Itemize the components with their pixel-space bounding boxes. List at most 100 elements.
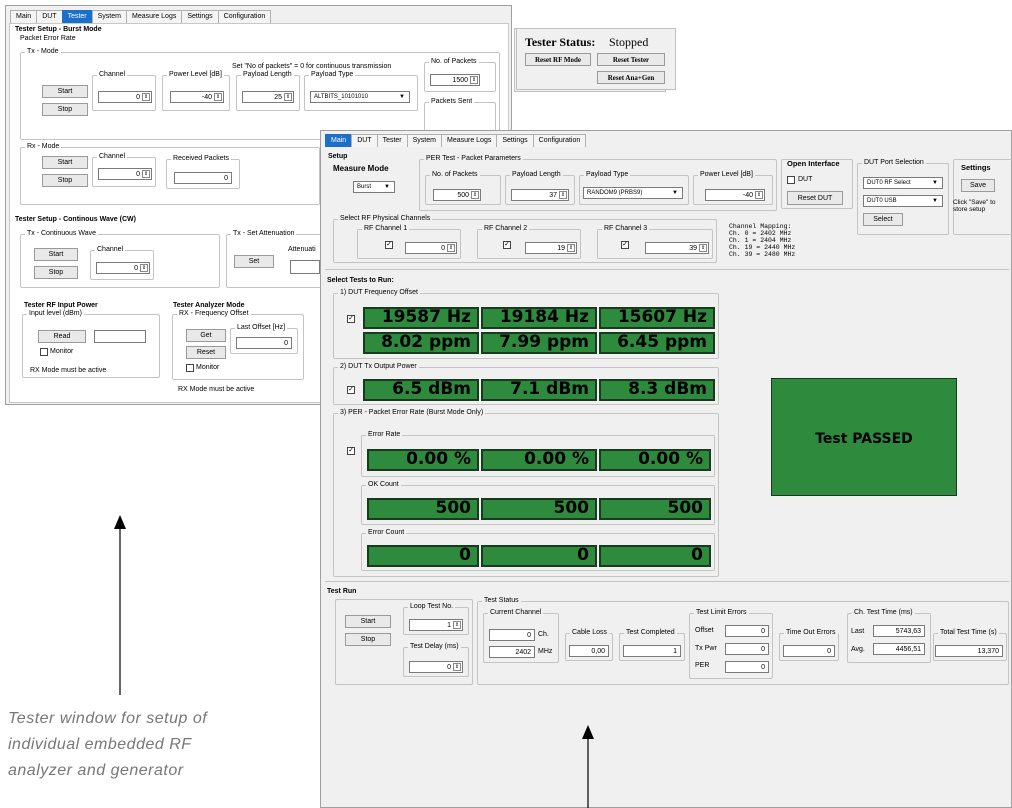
rf2-checkbox[interactable]: ✓ [503, 241, 511, 249]
main-tabbar: Main DUT Tester System Measure Logs Sett… [325, 134, 587, 147]
rf3-checkbox[interactable]: ✓ [621, 241, 629, 249]
map-row-3: Ch. 39 = 2480 MHz [729, 251, 796, 258]
reset-ana-gen-button[interactable]: Reset Ana+Gen [597, 71, 665, 84]
cw-start-button[interactable]: Start [34, 248, 78, 261]
ppm-value-3: 6.45 ppm [599, 332, 715, 354]
test3-checkbox[interactable]: ✓ [347, 447, 355, 455]
reset-rf-mode-button[interactable]: Reset RF Mode [525, 53, 591, 66]
test2-checkbox[interactable]: ✓ [347, 386, 355, 394]
setup-title: Setup [328, 153, 348, 160]
dbm-value-2: 7.1 dBm [481, 379, 597, 401]
mhz-unit: MHz [538, 648, 553, 655]
tx-mode-label: Tx - Mode [27, 48, 59, 55]
no-packets-spinner[interactable]: 500 ⇕ [433, 189, 481, 201]
power-level-spinner[interactable]: -40 ⇕ [170, 91, 224, 103]
payload-length-spinner[interactable]: 37 ⇕ [511, 189, 569, 201]
rf3-label: RF Channel 3 [604, 225, 648, 232]
cw-stop-button[interactable]: Stop [34, 266, 78, 279]
measure-mode-label: Measure Mode [333, 164, 389, 173]
rx-mode-label: Rx - Mode [27, 143, 60, 150]
caption-line-1: Tester window for setup of [8, 710, 208, 727]
payload-length-spinner[interactable]: 25 ⇕ [242, 91, 294, 103]
rf3-spinner[interactable]: 39 ⇕ [645, 242, 709, 254]
power-level-label: Power Level [dB] [169, 71, 222, 78]
ok-count-label: OK Count [368, 481, 399, 488]
continuous-hint: Set "No of packets" = 0 for continuous t… [232, 63, 392, 70]
tx-stop-button[interactable]: Stop [42, 103, 88, 116]
timeout-label: Time Out Errors [786, 629, 836, 636]
read-button[interactable]: Read [38, 330, 86, 343]
rf1-label: RF Channel 1 [364, 225, 408, 232]
received-packets-label: Received Packets [173, 155, 230, 162]
limit-errors-label: Test Limit Errors [696, 609, 747, 616]
tx-cw-label: Tx - Continuous Wave [27, 230, 96, 237]
select-button[interactable]: Select [863, 213, 903, 226]
open-interface-label: Open Interface [787, 159, 840, 168]
total-time-label: Total Test Time (s) [940, 629, 997, 636]
tx-channel-spinner[interactable]: 0 ⇕ [98, 91, 152, 103]
rf1-spinner[interactable]: 0 ⇕ [405, 242, 457, 254]
loop-test-label: Loop Test No. [410, 603, 454, 610]
tab-measure-logs[interactable]: Measure Logs [440, 134, 498, 147]
loop-test-spinner[interactable]: 1 ⇕ [409, 619, 463, 631]
tab-configuration[interactable]: Configuration [217, 10, 272, 23]
tab-system[interactable]: System [91, 10, 127, 23]
tab-system[interactable]: System [406, 134, 442, 147]
rx-note-2: RX Mode must be active [178, 386, 255, 393]
tab-settings[interactable]: Settings [496, 134, 534, 147]
attenuation-field[interactable] [290, 260, 320, 274]
caption-line-2: individual embedded RF [8, 736, 192, 753]
reset-offset-button[interactable]: Reset [186, 346, 226, 359]
received-packets-field: 0 [174, 172, 232, 184]
dut-usb-select[interactable]: DUT0 USB ▼ [863, 195, 943, 207]
tx-attenuation-label: Tx - Set Attenuation [233, 230, 295, 237]
tab-measure-logs[interactable]: Measure Logs [125, 10, 183, 23]
tab-dut[interactable]: DUT [351, 134, 378, 147]
monitor2-checkbox[interactable] [186, 364, 194, 372]
rf2-spinner[interactable]: 19 ⇕ [525, 242, 577, 254]
reset-dut-button[interactable]: Reset DUT [787, 191, 843, 205]
stop-button[interactable]: Stop [345, 633, 391, 646]
rx-stop-button[interactable]: Stop [42, 174, 88, 187]
test-delay-spinner[interactable]: 0 ⇕ [409, 661, 463, 673]
monitor-label: Monitor [50, 348, 74, 355]
dut-checkbox[interactable] [787, 176, 795, 184]
rf2-label: RF Channel 2 [484, 225, 528, 232]
power-level-spinner[interactable]: -40 ⇕ [705, 189, 765, 201]
get-button[interactable]: Get [186, 329, 226, 342]
save-button[interactable]: Save [961, 179, 995, 192]
set-attenuation-button[interactable]: Set [234, 255, 274, 268]
test1-checkbox[interactable]: ✓ [347, 315, 355, 323]
tab-settings[interactable]: Settings [181, 10, 219, 23]
start-button[interactable]: Start [345, 615, 391, 628]
rx-start-button[interactable]: Start [42, 156, 88, 169]
current-channel-label: Current Channel [490, 609, 542, 616]
tab-main[interactable]: Main [325, 134, 353, 147]
dut-rf-select[interactable]: DUT0 RF Select ▼ [863, 177, 943, 189]
tx-start-button[interactable]: Start [42, 85, 88, 98]
tab-dut[interactable]: DUT [36, 10, 63, 23]
tab-tester[interactable]: Tester [61, 10, 93, 23]
rx-channel-spinner[interactable]: 0 ⇕ [98, 168, 152, 180]
payload-type-select[interactable]: ALTBITS_10101010 ▼ [310, 91, 410, 103]
reset-tester-button[interactable]: Reset Tester [597, 53, 665, 66]
ok-value-1: 500 [367, 498, 479, 520]
payload-type-select[interactable]: RANDOM9 (PRBS9) ▼ [583, 187, 683, 199]
rf1-checkbox[interactable]: ✓ [385, 241, 393, 249]
payload-length-label: Payload Length [512, 171, 561, 178]
tab-tester[interactable]: Tester [376, 134, 408, 147]
no-packets-label: No. of Packets [432, 171, 478, 178]
mapping-title: Channel Mapping: [729, 223, 792, 230]
tab-configuration[interactable]: Configuration [532, 134, 587, 147]
no-packets-spinner[interactable]: 1500 ⇕ [430, 74, 480, 86]
test1-label: 1) DUT Frequency Offset [340, 289, 418, 296]
test-delay-label: Test Delay (ms) [410, 643, 459, 650]
monitor-checkbox[interactable] [40, 348, 48, 356]
tester-status-label: Tester Status: [525, 35, 596, 49]
measure-mode-select[interactable]: Burst ▼ [353, 181, 395, 193]
er-value-1: 0.00 % [367, 449, 479, 471]
save-hint: Click "Save" to store setup [953, 199, 996, 213]
cw-channel-spinner[interactable]: 0 ⇕ [96, 262, 150, 274]
tab-main[interactable]: Main [10, 10, 38, 23]
packets-sent-label: Packets Sent [431, 98, 473, 105]
